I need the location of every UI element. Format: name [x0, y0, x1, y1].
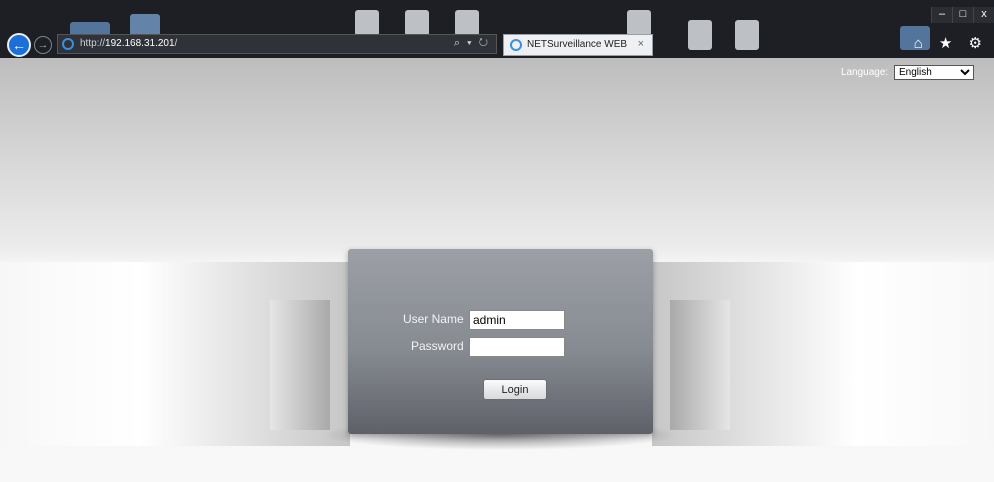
password-input[interactable] [469, 337, 565, 357]
username-row: User Name [403, 310, 565, 330]
language-select[interactable]: English [894, 65, 974, 80]
pillar-right [670, 300, 730, 430]
window-controls: – □ x [931, 4, 994, 23]
close-window-button[interactable]: x [973, 7, 994, 23]
toolbar-icons[interactable]: ⌂ ★ ⚙ [914, 34, 988, 52]
username-input[interactable] [469, 310, 565, 330]
language-selector: Language: English [841, 65, 974, 80]
password-row: Password [411, 337, 565, 357]
search-refresh-icons[interactable]: ⌕ ▾ ↻ [454, 37, 490, 50]
ie-icon [510, 39, 522, 51]
ie-icon [62, 38, 74, 50]
browser-chrome: ← → http://192.168.31.201/ ⌕ ▾ ↻ NETSurv… [0, 0, 994, 58]
password-label: Password [410, 339, 464, 354]
tab-close-icon[interactable]: × [638, 38, 644, 50]
address-bar[interactable]: http://192.168.31.201/ ⌕ ▾ ↻ [57, 34, 497, 54]
pillar-left [270, 300, 330, 430]
restore-button[interactable]: □ [952, 7, 973, 23]
login-button[interactable]: Login [483, 379, 547, 400]
username-label: User Name [402, 312, 464, 327]
forward-button[interactable]: → [34, 36, 52, 54]
language-label: Language: [840, 67, 889, 78]
tab-title: NETSurveillance WEB [527, 39, 628, 50]
address-url: http://192.168.31.201/ [80, 38, 178, 49]
back-button[interactable]: ← [7, 33, 31, 57]
minimize-button[interactable]: – [931, 7, 952, 23]
login-panel: User Name Password Login [348, 249, 653, 434]
tab-netsurveillance[interactable]: NETSurveillance WEB × [503, 34, 653, 56]
